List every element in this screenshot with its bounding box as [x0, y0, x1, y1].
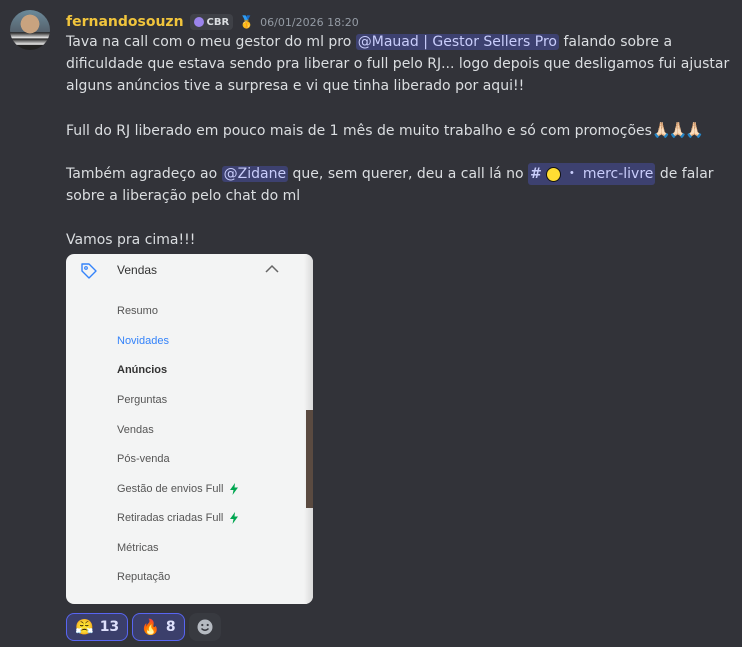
- channel-mention[interactable]: # ・ merc-livre: [528, 163, 656, 185]
- reaction-bar: 😤 13 🔥 8: [66, 613, 221, 641]
- user-mention-zidane[interactable]: @Zidane: [221, 166, 289, 182]
- fire-emoji: 🔥: [141, 618, 160, 636]
- yellow-circle-emoji: [545, 166, 561, 182]
- reaction-count: 8: [165, 619, 176, 635]
- guild-tag-label: CBR: [206, 16, 230, 28]
- message-header: fernandosouzn CBR 🥇 06/01/2026 18:20: [66, 12, 359, 32]
- reaction-steam-face[interactable]: 😤 13: [66, 613, 129, 641]
- chat-message: fernandosouzn CBR 🥇 06/01/2026 18:20 Tav…: [0, 0, 742, 647]
- guild-tag[interactable]: CBR: [189, 14, 234, 30]
- text-line: Vamos pra cima!!!: [66, 232, 196, 248]
- text-line: Full do RJ liberado em pouco mais de 1 m…: [66, 123, 652, 139]
- text-line: Tava na call com o meu gestor do ml pro: [66, 34, 356, 50]
- smiley-icon: [197, 619, 213, 635]
- guild-tag-icon: [193, 17, 204, 27]
- menu-item-resumo: Resumo: [117, 305, 158, 317]
- menu-item-retiradas-full: Retiradas criadas Full: [117, 512, 239, 524]
- menu-item-metricas: Métricas: [117, 542, 159, 554]
- channel-name: merc-livre: [582, 166, 654, 182]
- menu-item-perguntas: Perguntas: [117, 394, 168, 406]
- text-line: dificuldade que estava sendo pra liberar…: [66, 56, 730, 72]
- menu-item-gestao-envios-full: Gestão de envios Full: [117, 483, 239, 495]
- attachment-photo-strip: [306, 410, 313, 508]
- reaction-fire[interactable]: 🔥 8: [132, 613, 185, 641]
- channel-separator: ・: [564, 166, 579, 182]
- username[interactable]: fernandosouzn: [66, 14, 184, 30]
- timestamp: 06/01/2026 18:20: [260, 15, 359, 29]
- image-attachment[interactable]: Vendas Resumo Novidades Anúncios Pergunt…: [66, 254, 313, 604]
- message-content: Tava na call com o meu gestor do ml pro …: [66, 31, 730, 251]
- chevron-up-icon: [265, 264, 279, 273]
- menu-item-vendas: Vendas: [117, 424, 154, 436]
- attachment-menu-header: Vendas: [66, 254, 313, 288]
- badge-icon: 🥇: [239, 15, 255, 29]
- menu-item-pos-venda: Pós-venda: [117, 453, 170, 465]
- text-line: que, sem querer, deu a call lá no: [288, 166, 529, 182]
- text-line: Também agradeço ao: [66, 166, 222, 182]
- praying-hands-emoji: 🙏🏻🙏🏻🙏🏻: [651, 121, 704, 139]
- text-line: alguns anúncios tive a surpresa e vi que…: [66, 78, 525, 94]
- user-avatar[interactable]: [10, 10, 50, 50]
- menu-item-novidades: Novidades: [117, 335, 169, 347]
- price-tag-icon: [81, 263, 97, 279]
- add-reaction-button[interactable]: [188, 613, 221, 641]
- channel-hash-icon: #: [530, 166, 542, 182]
- reaction-count: 13: [99, 619, 120, 635]
- lightning-bolt-icon: [230, 483, 239, 495]
- text-line: sobre a liberação pelo chat do ml: [66, 188, 301, 204]
- lightning-bolt-icon: [230, 512, 239, 524]
- menu-item-label: Gestão de envios Full: [117, 483, 224, 495]
- menu-item-label: Retiradas criadas Full: [117, 512, 224, 524]
- menu-item-reputacao: Reputação: [117, 571, 171, 583]
- user-mention-mauad[interactable]: @Mauad | Gestor Sellers Pro: [355, 34, 559, 50]
- steam-face-emoji: 😤: [75, 618, 94, 636]
- text-line: falando sobre a: [559, 34, 673, 50]
- menu-item-anuncios: Anúncios: [117, 364, 168, 376]
- text-line: de falar: [655, 166, 714, 182]
- menu-section-title: Vendas: [117, 263, 158, 277]
